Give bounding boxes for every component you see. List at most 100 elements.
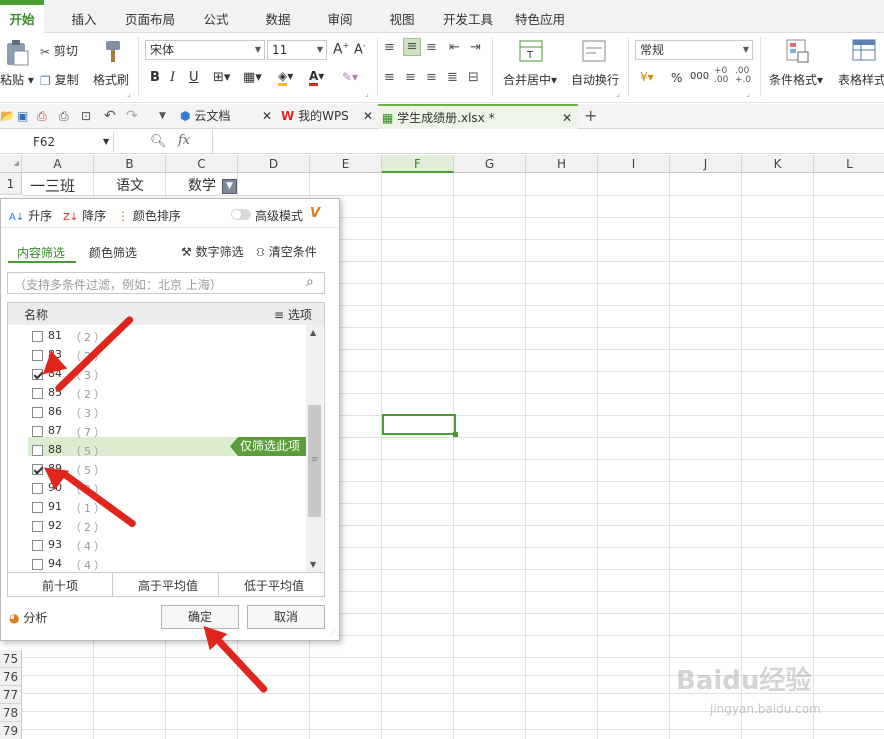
resize-grip-icon[interactable]: ⋰ (329, 629, 336, 637)
column-header-f[interactable]: F (382, 155, 454, 173)
quick-access-menu-icon[interactable]: ▼ (159, 104, 166, 129)
tab-content-filter[interactable]: 内容筛选 (17, 244, 65, 261)
paste-button[interactable]: 粘贴 ▾ (0, 71, 34, 88)
justify-icon[interactable]: ≣ (447, 70, 458, 85)
decrease-font-icon[interactable]: A- (354, 41, 366, 57)
item-checkbox[interactable] (32, 483, 43, 494)
column-header-a[interactable]: A (22, 155, 94, 173)
cell-c1[interactable]: 数学 (188, 175, 216, 195)
column-header-d[interactable]: D (238, 155, 310, 173)
fill-pattern-icon[interactable]: ▦▾ (243, 70, 262, 85)
filter-list-item[interactable]: 87 （7） (28, 422, 306, 441)
cancel-button[interactable]: 取消 (247, 605, 325, 629)
column-header-h[interactable]: H (526, 155, 598, 173)
align-bottom-icon[interactable]: ≡ (426, 40, 437, 55)
search-icon[interactable]: ⌕ (306, 274, 314, 290)
cell-b1[interactable]: 语文 (116, 175, 144, 195)
filter-list-item[interactable]: 81 （2） (28, 327, 306, 346)
cell-a1[interactable]: 一三班 (30, 175, 75, 196)
print-icon[interactable]: ⎙ (59, 104, 69, 129)
filter-list-item[interactable]: 83（2） (28, 346, 306, 365)
align-center-icon[interactable]: ≡ (405, 70, 416, 85)
formula-input[interactable] (216, 132, 876, 152)
comma-button[interactable]: 000 (690, 71, 709, 82)
sort-descending-button[interactable]: Z↓ 降序 (63, 207, 106, 224)
align-middle-icon[interactable]: ≡ (403, 38, 421, 56)
above-average-button[interactable]: 高于平均值 (138, 577, 198, 594)
dialog-launcher-icon[interactable]: ⌟ (616, 89, 620, 98)
save-icon[interactable]: ▣ (17, 104, 28, 129)
list-scrollbar[interactable]: ▲ ≡ ▼ (306, 325, 323, 572)
new-tab-icon[interactable]: + (584, 104, 597, 129)
scroll-down-icon[interactable]: ▼ (310, 560, 316, 569)
borders-icon[interactable]: ⊞▾ (213, 70, 230, 85)
active-cell[interactable] (382, 414, 458, 437)
font-color-icon[interactable]: A▾ (309, 69, 324, 86)
top10-button[interactable]: 前十项 (42, 577, 78, 594)
row-header[interactable]: 75 (0, 650, 22, 668)
tab-insert[interactable]: 插入 (62, 0, 106, 33)
wrap-text-button[interactable]: 自动换行 (571, 71, 619, 88)
align-top-icon[interactable]: ≡ (384, 40, 395, 55)
filter-list-item[interactable]: 86 （3） (28, 403, 306, 422)
font-name-select[interactable]: 宋体 ▼ (145, 40, 265, 60)
item-checkbox[interactable] (32, 445, 43, 456)
analysis-button[interactable]: ◕ 分析 (9, 609, 47, 626)
italic-button[interactable]: I (170, 70, 175, 85)
dialog-launcher-icon[interactable]: ⌟ (127, 89, 131, 98)
close-icon[interactable]: ✕ (562, 106, 572, 130)
tab-home[interactable]: 开始 (0, 0, 44, 33)
row-header[interactable]: 1 (0, 173, 22, 195)
item-checkbox[interactable] (32, 388, 43, 399)
column-header-l[interactable]: L (814, 155, 884, 173)
dialog-launcher-icon[interactable]: ⌟ (746, 89, 750, 98)
currency-icon[interactable]: ¥▾ (640, 70, 654, 84)
fill-color-icon[interactable]: ◈▾ (278, 69, 293, 86)
sort-ascending-button[interactable]: A↓ 升序 (9, 207, 52, 224)
tab-review[interactable]: 审阅 (318, 0, 362, 33)
conditional-format-button[interactable]: 条件格式▾ (769, 71, 823, 88)
increase-decimal-icon[interactable]: +0.00 (714, 67, 728, 85)
select-all-corner[interactable]: ◢ (0, 155, 22, 173)
redo-icon[interactable]: ↷ (126, 104, 138, 129)
align-right-icon[interactable]: ≡ (426, 70, 437, 85)
bold-button[interactable]: B (150, 70, 160, 85)
tab-cloud-docs[interactable]: ⬢ 云文档 ✕ (180, 104, 272, 129)
copy-button[interactable]: ❐ 复制 (40, 71, 79, 88)
row-header[interactable]: 77 (0, 686, 22, 704)
item-checkbox[interactable] (32, 521, 43, 532)
dialog-launcher-icon[interactable]: ⌟ (365, 89, 369, 98)
column-header-e[interactable]: E (310, 155, 382, 173)
font-size-select[interactable]: 11 ▼ (267, 40, 327, 60)
filter-list-item[interactable]: 93 （4） (28, 536, 306, 555)
ok-button[interactable]: 确定 (161, 605, 239, 629)
open-folder-icon[interactable]: 📂 (0, 104, 15, 129)
filter-search-input[interactable]: （支持多条件过滤，例如：北京 上海） ⌕ (7, 272, 325, 294)
distribute-icon[interactable]: ⊟ (468, 70, 479, 85)
merge-center-icon[interactable]: T (519, 39, 543, 66)
filter-list-item[interactable]: 91 （1） (28, 498, 306, 517)
filter-dropdown-icon[interactable]: ▼ (222, 179, 237, 194)
undo-icon[interactable]: ↶ (104, 104, 116, 129)
increase-font-icon[interactable]: A+ (333, 41, 349, 58)
wrap-text-icon[interactable] (582, 39, 606, 66)
color-sort-button[interactable]: ⋮ 颜色排序 (117, 207, 181, 224)
print-preview-icon[interactable]: ⊡ (81, 104, 91, 129)
advanced-mode-toggle[interactable] (231, 209, 251, 220)
close-icon[interactable]: ✕ (262, 104, 272, 128)
function-icon[interactable]: fx (178, 133, 190, 148)
below-average-button[interactable]: 低于平均值 (244, 577, 304, 594)
tab-formulas[interactable]: 公式 (194, 0, 238, 33)
zoom-search-icon[interactable]: 🔍︎ (150, 134, 167, 149)
close-icon[interactable]: ✕ (363, 104, 373, 128)
indent-decrease-icon[interactable]: ⇤ (449, 40, 460, 55)
tab-color-filter[interactable]: 颜色筛选 (89, 244, 137, 261)
filter-list-item[interactable]: 94 （4） (28, 555, 306, 574)
row-header[interactable]: 79 (0, 722, 22, 739)
row-header[interactable]: 78 (0, 704, 22, 722)
format-painter-icon[interactable] (98, 39, 124, 68)
format-painter-button[interactable]: 格式刷 (93, 71, 129, 88)
column-header-b[interactable]: B (94, 155, 166, 173)
cut-button[interactable]: ✂ 剪切 (40, 42, 78, 59)
filter-list-item[interactable]: 88 （5） (28, 441, 306, 460)
